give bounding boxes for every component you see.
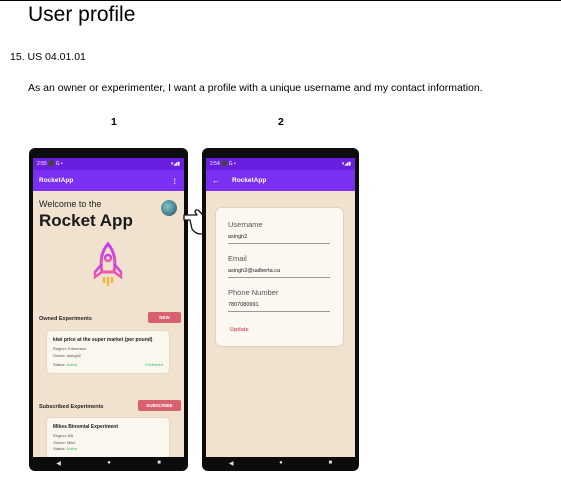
story-id: 15. US 04.01.01: [10, 51, 86, 63]
profile-avatar[interactable]: [161, 200, 177, 216]
email-label: Email: [228, 254, 247, 263]
nav-recent-icon[interactable]: ■: [329, 460, 333, 466]
nav-back-icon[interactable]: ◀: [56, 460, 61, 467]
hero-title: Rocket App: [39, 211, 133, 230]
app-title: RocketApp: [39, 177, 74, 184]
android-nav-bar: ◀ ● ■: [33, 457, 184, 469]
story-text: As an owner or experimenter, I want a pr…: [28, 82, 483, 94]
email-underline: [228, 277, 330, 278]
card-title: kiwi price at the super market (per poun…: [53, 337, 153, 343]
subscribed-experiment-card[interactable]: Mikes Binomial Experiment Region: AB Own…: [47, 418, 169, 457]
phone-screenshot-home: 2:55 ⬛ G • ▾◢▮ RocketApp ⋮ Welcome to th…: [29, 148, 188, 471]
update-button[interactable]: Update: [230, 327, 249, 333]
new-button[interactable]: NEW: [148, 312, 181, 323]
status-bar: 2:55 ⬛ G • ▾◢▮: [33, 158, 184, 170]
subscribed-experiments-label: Subscribed Experiments: [39, 404, 104, 410]
username-underline: [228, 243, 330, 244]
nav-home-icon[interactable]: ●: [107, 460, 111, 466]
app-bar: RocketApp ⋮: [33, 170, 184, 191]
phone-number-underline: [228, 311, 330, 312]
profile-form-card: Username asingh2 Email asingh2@ualberta.…: [216, 208, 343, 346]
card-owner: Owner: Mike: [53, 439, 76, 445]
username-label: Username: [228, 220, 263, 229]
card-status-row: Status: Active: [53, 446, 163, 451]
nav-home-icon[interactable]: ●: [279, 460, 283, 466]
overflow-menu-icon[interactable]: ⋮: [172, 177, 179, 185]
status-bar: 2:54 ⬛ G • ▾◢▮: [206, 158, 355, 170]
top-rule: [0, 0, 561, 1]
card-title: Mikes Binomial Experiment: [53, 424, 119, 430]
welcome-text: Welcome to the: [39, 199, 102, 209]
phone-number-field[interactable]: 7807080991: [228, 302, 259, 308]
home-screen: Welcome to the Rocket App Owned Experime…: [33, 191, 184, 457]
app-bar: ← RocketApp: [206, 170, 355, 191]
card-owner: Owner: asingh2: [53, 353, 82, 359]
nav-recent-icon[interactable]: ■: [157, 460, 161, 466]
back-arrow-icon[interactable]: ←: [212, 176, 220, 185]
screenshot-label-2: 2: [278, 116, 284, 128]
card-status: Status: Active: [53, 361, 78, 367]
username-field[interactable]: asingh2: [228, 234, 247, 240]
owned-experiments-label: Owned Experiments: [39, 316, 92, 322]
status-icons: ▾◢▮: [341, 161, 351, 167]
android-nav-bar: ◀ ● ■: [206, 457, 355, 469]
screenshot-label-1: 1: [111, 116, 117, 128]
card-region: Region: AB: [53, 432, 74, 438]
subscribe-button[interactable]: SUBSCRIBE: [138, 400, 181, 411]
page-title: User profile: [28, 3, 136, 26]
email-field[interactable]: asingh2@ualberta.ca: [228, 268, 280, 274]
phone-number-label: Phone Number: [228, 288, 279, 297]
app-title: RocketApp: [232, 177, 267, 184]
card-region: Region: Edmonton: [53, 345, 87, 351]
card-status: Status: Active: [53, 445, 78, 451]
published-badge: Published: [145, 361, 163, 367]
status-time: 2:54 ⬛ G •: [210, 161, 236, 167]
owned-experiment-card[interactable]: kiwi price at the super market (per poun…: [47, 331, 169, 373]
rocket-icon: [93, 241, 123, 286]
status-time: 2:55 ⬛ G •: [37, 161, 63, 167]
card-status-row: Status: Active Published: [53, 362, 163, 367]
phone-screenshot-profile: 2:54 ⬛ G • ▾◢▮ ← RocketApp Username asin…: [202, 148, 359, 471]
status-icons: ▾◢▮: [170, 161, 180, 167]
nav-back-icon[interactable]: ◀: [229, 460, 234, 467]
profile-screen: Username asingh2 Email asingh2@ualberta.…: [206, 191, 355, 457]
